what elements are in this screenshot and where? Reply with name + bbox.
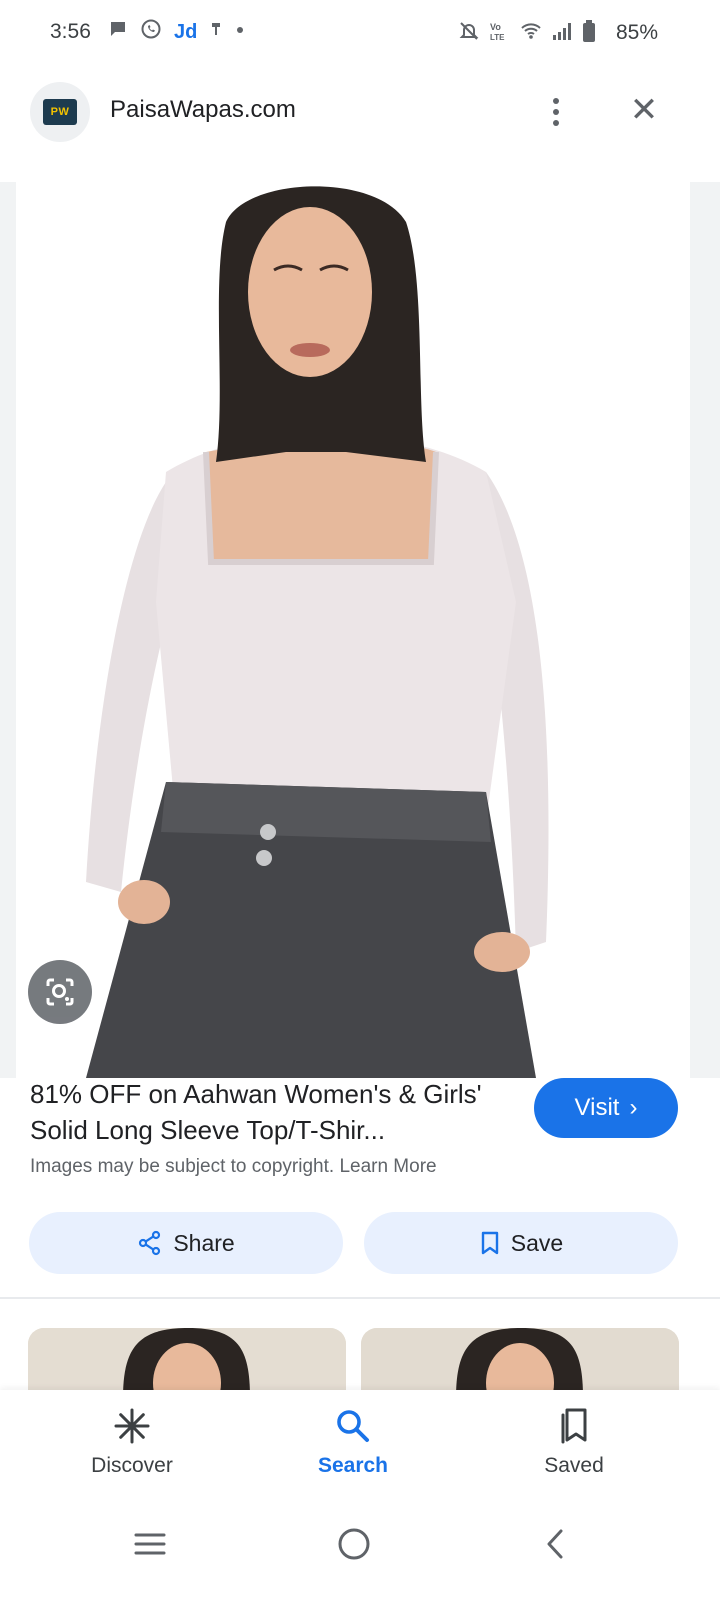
- search-icon: [334, 1406, 372, 1446]
- signal-icon: [551, 21, 573, 46]
- volte-icon: Vo LTE: [489, 20, 511, 47]
- system-status-icons: Vo LTE: [458, 20, 596, 47]
- chevron-right-icon: ›: [629, 1094, 638, 1121]
- visit-button[interactable]: Visit ›: [534, 1078, 678, 1138]
- home-icon: [338, 1528, 370, 1560]
- result-title[interactable]: 81% OFF on Aahwan Women's & Girls' Solid…: [30, 1076, 520, 1148]
- system-navigation-bar: [0, 1500, 720, 1600]
- whatsapp-icon: [140, 18, 162, 47]
- svg-text:Vo: Vo: [490, 22, 501, 32]
- save-button[interactable]: Save: [364, 1212, 678, 1274]
- share-icon: [139, 1230, 161, 1256]
- lens-icon: [46, 978, 74, 1006]
- copyright-text: Images may be subject to copyright.: [30, 1156, 335, 1177]
- notification-icons: Jd: [108, 18, 245, 47]
- chat-bubble-icon: [108, 19, 128, 46]
- viewer-header: PW PaisaWapas.com ✕: [0, 76, 720, 148]
- status-bar: 3:56 Jd Vo LTE 85%: [0, 0, 720, 64]
- recents-button[interactable]: [120, 1514, 180, 1574]
- learn-more-link[interactable]: Learn More: [339, 1156, 436, 1177]
- site-name[interactable]: PaisaWapas.com: [110, 96, 296, 124]
- lens-search-button[interactable]: [28, 960, 92, 1024]
- copyright-notice: Images may be subject to copyright. Lear…: [30, 1156, 437, 1178]
- battery-percentage: 85%: [615, 21, 658, 44]
- jd-app-icon: Jd: [174, 21, 198, 43]
- image-edge-right: [690, 182, 720, 1078]
- nav-discover[interactable]: Discover: [42, 1390, 222, 1500]
- image-edge-left: [0, 182, 16, 1078]
- close-button[interactable]: ✕: [624, 90, 664, 130]
- nav-search[interactable]: Search: [263, 1390, 443, 1500]
- product-photo-illustration: [16, 182, 690, 1078]
- related-image-thumbnail[interactable]: [361, 1328, 679, 1398]
- section-divider: [0, 1297, 720, 1299]
- site-logo[interactable]: PW: [30, 82, 90, 142]
- nav-discover-label: Discover: [91, 1454, 173, 1477]
- share-label: Share: [173, 1229, 235, 1256]
- back-button[interactable]: [526, 1514, 586, 1574]
- visit-label: Visit: [574, 1094, 620, 1121]
- bottom-navigation: Discover Search Saved: [0, 1390, 720, 1500]
- dot-icon: [235, 19, 245, 46]
- wifi-icon: [520, 21, 542, 46]
- related-image-thumbnail[interactable]: [28, 1328, 346, 1398]
- usb-icon: [209, 19, 223, 46]
- bookmark-icon: [481, 1231, 498, 1255]
- nav-saved-label: Saved: [544, 1454, 604, 1477]
- share-button[interactable]: Share: [29, 1212, 343, 1274]
- product-image[interactable]: [16, 182, 690, 1078]
- nav-search-label: Search: [317, 1454, 389, 1477]
- back-icon: [547, 1529, 563, 1559]
- close-icon: ✕: [629, 91, 659, 129]
- battery-icon: [582, 20, 596, 47]
- more-vert-icon: [553, 98, 559, 104]
- asterisk-icon: [113, 1406, 151, 1446]
- more-options-button[interactable]: [540, 90, 572, 134]
- nav-saved[interactable]: Saved: [484, 1390, 664, 1500]
- recents-icon: [134, 1533, 166, 1555]
- site-logo-mark: PW: [43, 99, 77, 125]
- mute-notification-icon: [458, 20, 480, 47]
- bookmarks-icon: [555, 1406, 593, 1446]
- svg-text:LTE: LTE: [490, 33, 505, 42]
- home-button[interactable]: [324, 1514, 384, 1574]
- save-label: Save: [510, 1229, 564, 1256]
- status-time: 3:56: [50, 20, 91, 43]
